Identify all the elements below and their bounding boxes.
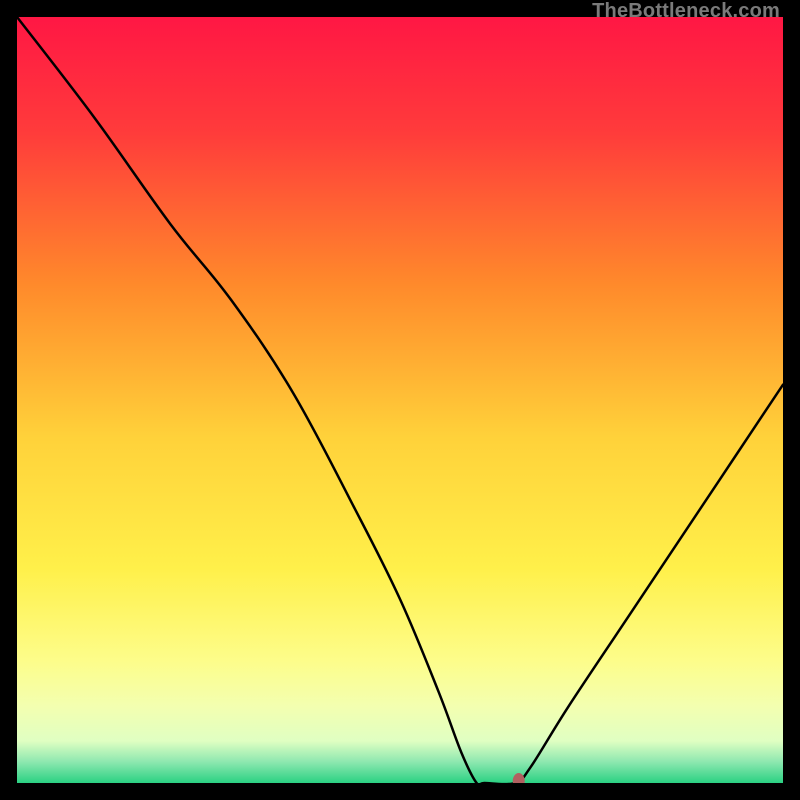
chart-canvas: [17, 17, 783, 783]
gradient-background: [17, 17, 783, 783]
watermark-text: TheBottleneck.com: [592, 0, 780, 23]
chart-frame: [17, 17, 783, 783]
